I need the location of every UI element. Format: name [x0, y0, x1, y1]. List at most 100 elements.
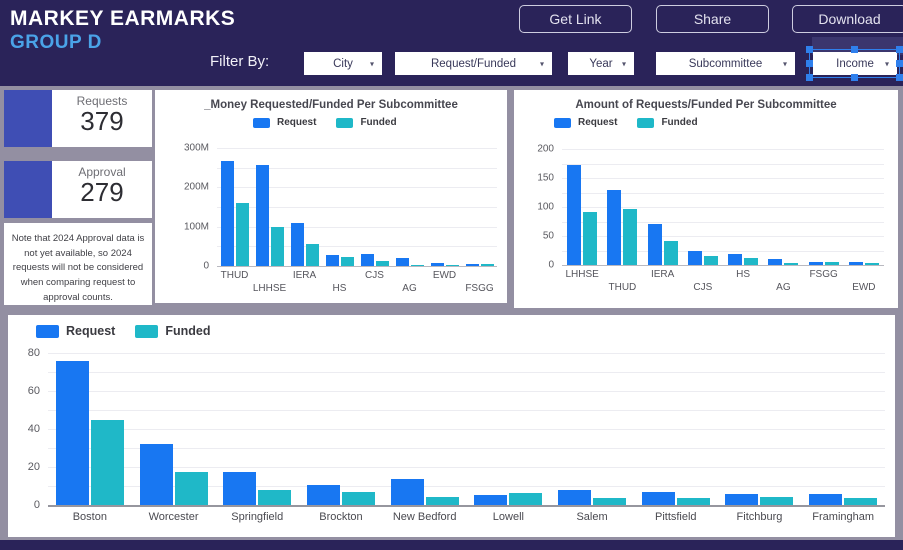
lhhse-funded-bar[interactable]	[583, 211, 598, 265]
bar-group-lhhse: LHHSE	[252, 148, 287, 294]
x-axis-line	[217, 266, 497, 267]
new-bedford-request-bar[interactable]	[390, 479, 424, 505]
worcester-request-bar[interactable]	[139, 444, 173, 505]
boston-request-bar[interactable]	[55, 360, 89, 505]
springfield-funded-bar[interactable]	[258, 489, 292, 505]
brockton-request-bar[interactable]	[306, 485, 340, 505]
ewd-funded-bar[interactable]	[864, 263, 879, 265]
city-filter-dropdown[interactable]: City ▾	[304, 52, 382, 75]
thud-funded-bar[interactable]	[235, 202, 249, 266]
lowell-funded-bar[interactable]	[509, 492, 543, 505]
thud-request-bar[interactable]	[220, 160, 234, 266]
ag-request-bar[interactable]	[395, 257, 409, 266]
x-axis-label: Fitchburg	[736, 511, 783, 523]
x-axis-label: Brockton	[319, 511, 363, 523]
bar-group-framingham: Framingham	[801, 353, 885, 523]
get-link-button[interactable]: Get Link	[519, 5, 632, 33]
income-filter-dropdown[interactable]: Income ▾	[813, 52, 897, 75]
fsgg-request-bar[interactable]	[808, 262, 823, 265]
new-bedford-funded-bar[interactable]	[425, 497, 459, 505]
x-axis-label: Framingham	[812, 511, 875, 523]
bar-group-thud: THUD	[602, 149, 642, 293]
y-axis-label: 80	[27, 347, 40, 359]
pittsfield-request-bar[interactable]	[641, 491, 675, 505]
selection-handle[interactable]	[806, 60, 813, 67]
request-funded-filter-dropdown[interactable]: Request/Funded ▾	[395, 52, 552, 75]
iera-request-bar[interactable]	[290, 222, 304, 266]
y-axis-label: 40	[27, 423, 40, 435]
bar-group-boston: Boston	[48, 353, 132, 523]
stat-accent-block	[4, 90, 52, 147]
legend-item-funded[interactable]: Funded	[336, 117, 397, 128]
hs-request-bar[interactable]	[325, 255, 339, 266]
legend-item-request[interactable]: Request	[36, 324, 115, 338]
cjs-funded-bar[interactable]	[375, 260, 389, 266]
pittsfield-funded-bar[interactable]	[676, 498, 710, 505]
selection-handle[interactable]	[851, 74, 858, 81]
salem-request-bar[interactable]	[558, 489, 592, 505]
note-card: Note that 2024 Approval data is not yet …	[4, 223, 152, 305]
brockton-funded-bar[interactable]	[341, 491, 375, 505]
hs-request-bar[interactable]	[728, 253, 743, 265]
ewd-request-bar[interactable]	[430, 262, 444, 266]
iera-request-bar[interactable]	[647, 223, 662, 265]
iera-funded-bar[interactable]	[663, 240, 678, 265]
hs-funded-bar[interactable]	[340, 256, 354, 266]
x-axis-label: AG	[776, 282, 791, 293]
lhhse-funded-bar[interactable]	[270, 227, 284, 266]
legend-item-funded[interactable]: Funded	[135, 324, 210, 338]
ag-funded-bar[interactable]	[784, 263, 799, 265]
bar-group-springfield: Springfield	[215, 353, 299, 523]
selection-handle[interactable]	[806, 46, 813, 53]
x-axis-label: Salem	[576, 511, 608, 523]
x-axis-line	[48, 505, 885, 507]
y-axis-label: 300M	[183, 142, 209, 154]
framingham-request-bar[interactable]	[809, 493, 843, 505]
year-filter-dropdown[interactable]: Year ▾	[568, 52, 634, 75]
ewd-funded-bar[interactable]	[445, 265, 459, 266]
y-axis-label: 0	[203, 260, 209, 272]
lhhse-request-bar[interactable]	[567, 164, 582, 265]
subcommittee-filter-dropdown[interactable]: Subcommittee ▾	[656, 52, 795, 75]
cjs-request-bar[interactable]	[360, 254, 374, 266]
fitchburg-funded-bar[interactable]	[760, 497, 794, 505]
selection-handle[interactable]	[851, 46, 858, 53]
legend-item-request[interactable]: Request	[554, 117, 617, 128]
fitchburg-request-bar[interactable]	[725, 493, 759, 505]
download-button[interactable]: Download	[792, 5, 903, 33]
fsgg-funded-bar[interactable]	[824, 261, 839, 265]
framingham-funded-bar[interactable]	[844, 498, 878, 505]
cjs-request-bar[interactable]	[687, 251, 702, 265]
ewd-request-bar[interactable]	[848, 261, 863, 265]
requests-stat-value: 379	[80, 106, 124, 136]
x-axis-label: IERA	[292, 270, 317, 281]
cjs-funded-bar[interactable]	[703, 256, 718, 265]
selection-handle[interactable]	[896, 60, 903, 67]
thud-request-bar[interactable]	[607, 189, 622, 265]
selection-handle[interactable]	[896, 46, 903, 53]
fsgg-funded-bar[interactable]	[480, 264, 494, 266]
y-axis-label: 0	[33, 499, 40, 511]
salem-funded-bar[interactable]	[593, 498, 627, 505]
fsgg-request-bar[interactable]	[465, 264, 479, 266]
worcester-funded-bar[interactable]	[174, 471, 208, 505]
hs-funded-bar[interactable]	[744, 258, 759, 265]
iera-funded-bar[interactable]	[305, 243, 319, 266]
ag-funded-bar[interactable]	[410, 265, 424, 266]
springfield-request-bar[interactable]	[223, 471, 257, 505]
y-axis-label: 100	[537, 201, 554, 213]
selection-handle[interactable]	[896, 74, 903, 81]
legend-item-funded[interactable]: Funded	[637, 117, 698, 128]
selection-handle[interactable]	[806, 74, 813, 81]
share-button[interactable]: Share	[656, 5, 769, 33]
y-axis-label: 50	[542, 230, 554, 242]
thud-funded-bar[interactable]	[623, 208, 638, 265]
bar-group-worcester: Worcester	[132, 353, 216, 523]
boston-funded-bar[interactable]	[90, 419, 124, 505]
ag-request-bar[interactable]	[768, 259, 783, 265]
lhhse-request-bar[interactable]	[255, 164, 269, 266]
legend-item-request[interactable]: Request	[253, 117, 316, 128]
lowell-request-bar[interactable]	[474, 494, 508, 505]
x-axis-line	[562, 265, 884, 266]
x-axis-label: CJS	[365, 270, 384, 281]
